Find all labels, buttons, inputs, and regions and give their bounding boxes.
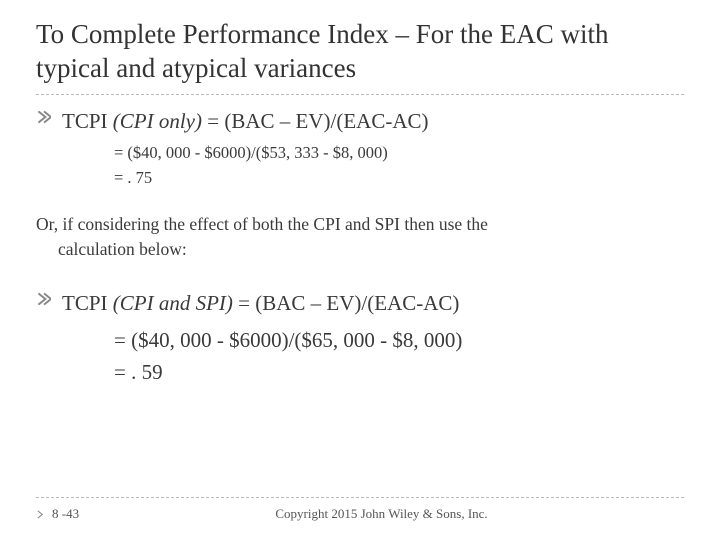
chevron-right-icon	[36, 509, 46, 519]
footer-divider	[36, 497, 684, 498]
bullet-icon	[36, 107, 52, 127]
copyright: Copyright 2015 John Wiley & Sons, Inc.	[79, 506, 684, 522]
slide: To Complete Performance Index – For the …	[0, 0, 720, 540]
slide-title: To Complete Performance Index – For the …	[36, 18, 684, 86]
bullet-2-rest: = (BAC – EV)/(EAC-AC)	[233, 291, 460, 315]
bullet-1: TCPI (CPI only) = (BAC – EV)/(EAC-AC)	[36, 107, 684, 135]
bullet-2-paren: (CPI and SPI)	[113, 291, 233, 315]
calc-2-line-1: = ($40, 000 - $6000)/($65, 000 - $8, 000…	[114, 324, 684, 357]
bullet-2-text: TCPI (CPI and SPI) = (BAC – EV)/(EAC-AC)	[62, 289, 459, 317]
page-number: 8 -43	[52, 506, 79, 522]
bullet-2: TCPI (CPI and SPI) = (BAC – EV)/(EAC-AC)	[36, 289, 684, 317]
mid-paragraph: Or, if considering the effect of both th…	[36, 212, 684, 261]
calc-1-line-2: = . 75	[114, 166, 684, 191]
calc-2: = ($40, 000 - $6000)/($65, 000 - $8, 000…	[114, 324, 684, 389]
footer: 8 -43 Copyright 2015 John Wiley & Sons, …	[36, 497, 684, 522]
bullet-1-paren: (CPI only)	[113, 109, 202, 133]
bullet-1-rest: = (BAC – EV)/(EAC-AC)	[202, 109, 429, 133]
bullet-2-prefix: TCPI	[62, 291, 108, 315]
footer-left: 8 -43	[36, 506, 79, 522]
calc-1-line-1: = ($40, 000 - $6000)/($53, 333 - $8, 000…	[114, 141, 684, 166]
bullet-1-prefix: TCPI	[62, 109, 108, 133]
footer-row: 8 -43 Copyright 2015 John Wiley & Sons, …	[36, 506, 684, 522]
bullet-icon	[36, 289, 52, 309]
calc-2-line-2: = . 59	[114, 356, 684, 389]
mid-line-1: Or, if considering the effect of both th…	[40, 212, 684, 237]
calc-1: = ($40, 000 - $6000)/($53, 333 - $8, 000…	[114, 141, 684, 191]
title-divider	[36, 94, 684, 95]
mid-line-2: calculation below:	[40, 237, 684, 262]
bullet-1-text: TCPI (CPI only) = (BAC – EV)/(EAC-AC)	[62, 107, 429, 135]
